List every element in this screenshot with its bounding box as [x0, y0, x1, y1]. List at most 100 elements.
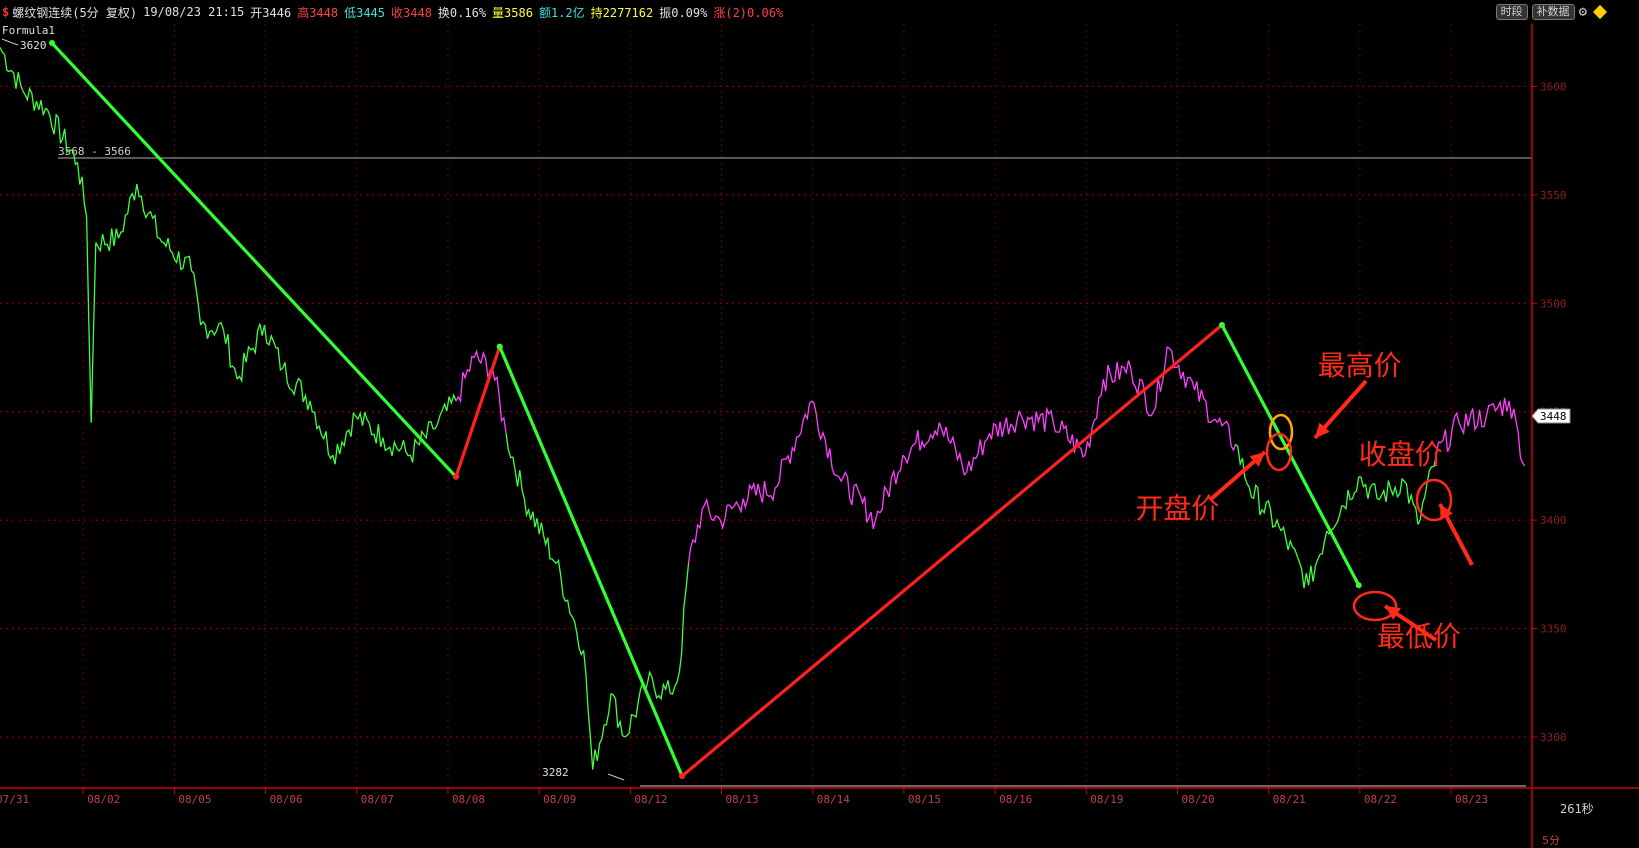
- date-tick-label: 08/20: [1181, 793, 1214, 806]
- price-segment: [117, 183, 138, 239]
- price-segment: [355, 411, 384, 447]
- dollar-icon: $: [2, 5, 10, 19]
- warning-diamond-icon[interactable]: [1592, 4, 1608, 20]
- date-tick-label: 08/05: [178, 793, 211, 806]
- price-tick-label: 3400: [1540, 514, 1567, 527]
- trend-lines: [48, 40, 1362, 780]
- price-segment: [719, 498, 744, 531]
- price-segment: [774, 400, 813, 489]
- price-segment: [687, 509, 703, 564]
- price-segment: [523, 498, 557, 564]
- price-segment: [76, 162, 88, 217]
- price-segment: [136, 183, 160, 239]
- marker-leader: [1, 38, 19, 46]
- price-segment: [85, 216, 92, 423]
- date-tick-label: 08/02: [87, 793, 120, 806]
- price-segment: [988, 409, 1022, 440]
- volume-value: 量3586: [492, 5, 533, 20]
- price-segment: [1485, 397, 1510, 417]
- open-value: 开3446: [250, 5, 292, 20]
- price-segment: [236, 323, 266, 384]
- price-segment: [646, 670, 671, 701]
- price-segment: [555, 558, 585, 657]
- price-segment: [902, 422, 940, 465]
- fill-data-button[interactable]: 补数据: [1531, 4, 1575, 20]
- quote-header: $ 螺纹钢连续(5分 复权) 19/08/23 21:15 开3446 高344…: [0, 0, 1605, 24]
- trend-point: [496, 343, 503, 350]
- time-period-button[interactable]: 时段: [1495, 4, 1528, 20]
- price-tick-label: 3300: [1540, 731, 1567, 744]
- price-segment: [309, 400, 334, 460]
- price-segment: [1307, 530, 1328, 586]
- trend-point: [679, 773, 686, 780]
- price-segment: [811, 400, 840, 478]
- resistance-label: 3568 - 3566: [58, 145, 131, 158]
- price-segment: [1248, 483, 1282, 532]
- price-segment: [1358, 476, 1378, 499]
- price-segment: [1084, 379, 1105, 456]
- annotation-label: 收盘价: [1359, 438, 1443, 471]
- annotations: 最高价收盘价开盘价最低价: [1135, 349, 1474, 653]
- trend-point: [48, 40, 55, 47]
- price-segment: [505, 433, 525, 499]
- symbol-name: 螺纹钢连续(5分 复权): [12, 5, 138, 20]
- amplitude-value: 振0.09%: [659, 5, 708, 20]
- trend-point: [1218, 321, 1225, 328]
- price-segment: [582, 650, 594, 770]
- extreme-price-label: 3620: [20, 39, 47, 52]
- trend-line: [681, 323, 1223, 778]
- price-segment: [1020, 406, 1054, 432]
- price-segment: [742, 480, 776, 510]
- trend-point: [452, 473, 459, 480]
- date-tick-label: 08/09: [543, 793, 576, 806]
- price-segment: [1326, 476, 1360, 536]
- price-segment: [491, 368, 507, 434]
- turnover-value: 换0.16%: [437, 5, 487, 20]
- price-segment: [592, 693, 612, 770]
- price-tick-label: 3550: [1540, 189, 1567, 202]
- price-segment: [282, 362, 311, 410]
- price-segment: [874, 455, 904, 521]
- low-value: 低3445: [344, 5, 386, 20]
- date-tick-label: 07/31: [0, 793, 29, 806]
- annotation-label: 开盘价: [1135, 492, 1219, 525]
- open-interest-value: 持2277162: [590, 5, 654, 20]
- price-segment: [191, 270, 202, 326]
- grid-lines: [0, 24, 1532, 788]
- refresh-timer: 261秒: [1560, 802, 1594, 816]
- trend-point: [1355, 582, 1362, 589]
- price-segment: [1376, 477, 1405, 503]
- price-segment: [200, 320, 225, 339]
- date-tick-label: 08/23: [1455, 793, 1488, 806]
- current-price-label: 3448: [1540, 410, 1567, 423]
- change-value: 涨(2)0.06%: [713, 5, 784, 20]
- price-segment: [90, 242, 97, 423]
- extreme-price-label: 3282: [542, 766, 569, 779]
- date-tick-label: 08/07: [361, 793, 394, 806]
- price-chart: 3568 - 3566 3620 3282 最高价收盘价开盘价最低价 3300 33…: [0, 24, 1639, 848]
- marker-leader: [608, 773, 625, 781]
- period-label: 5分: [1542, 834, 1560, 847]
- price-segment: [159, 237, 193, 271]
- quote-datetime: 19/08/23 21:15: [143, 5, 245, 19]
- price-segment: [95, 228, 120, 253]
- price-segment: [1280, 525, 1310, 589]
- date-tick-label: 08/16: [999, 793, 1032, 806]
- price-segment: [1216, 416, 1237, 452]
- price-segment: [938, 422, 968, 476]
- price-segment: [1517, 433, 1526, 467]
- date-tick-label: 08/06: [270, 793, 303, 806]
- price-segment: [965, 433, 991, 473]
- price-segment: [22, 86, 47, 116]
- price-segment: [1102, 360, 1132, 392]
- price-segment: [838, 470, 877, 530]
- price-segment: [1508, 400, 1519, 434]
- date-tick-label: 08/13: [726, 793, 759, 806]
- date-tick-label: 08/14: [817, 793, 850, 806]
- annotation-label: 最高价: [1318, 349, 1402, 382]
- amount-value: 额1.2亿: [538, 5, 585, 20]
- price-segment: [670, 671, 681, 695]
- high-value: 高3448: [297, 5, 339, 20]
- price-tick-label: 3600: [1540, 80, 1567, 93]
- gear-icon[interactable]: ⚙: [1579, 4, 1587, 20]
